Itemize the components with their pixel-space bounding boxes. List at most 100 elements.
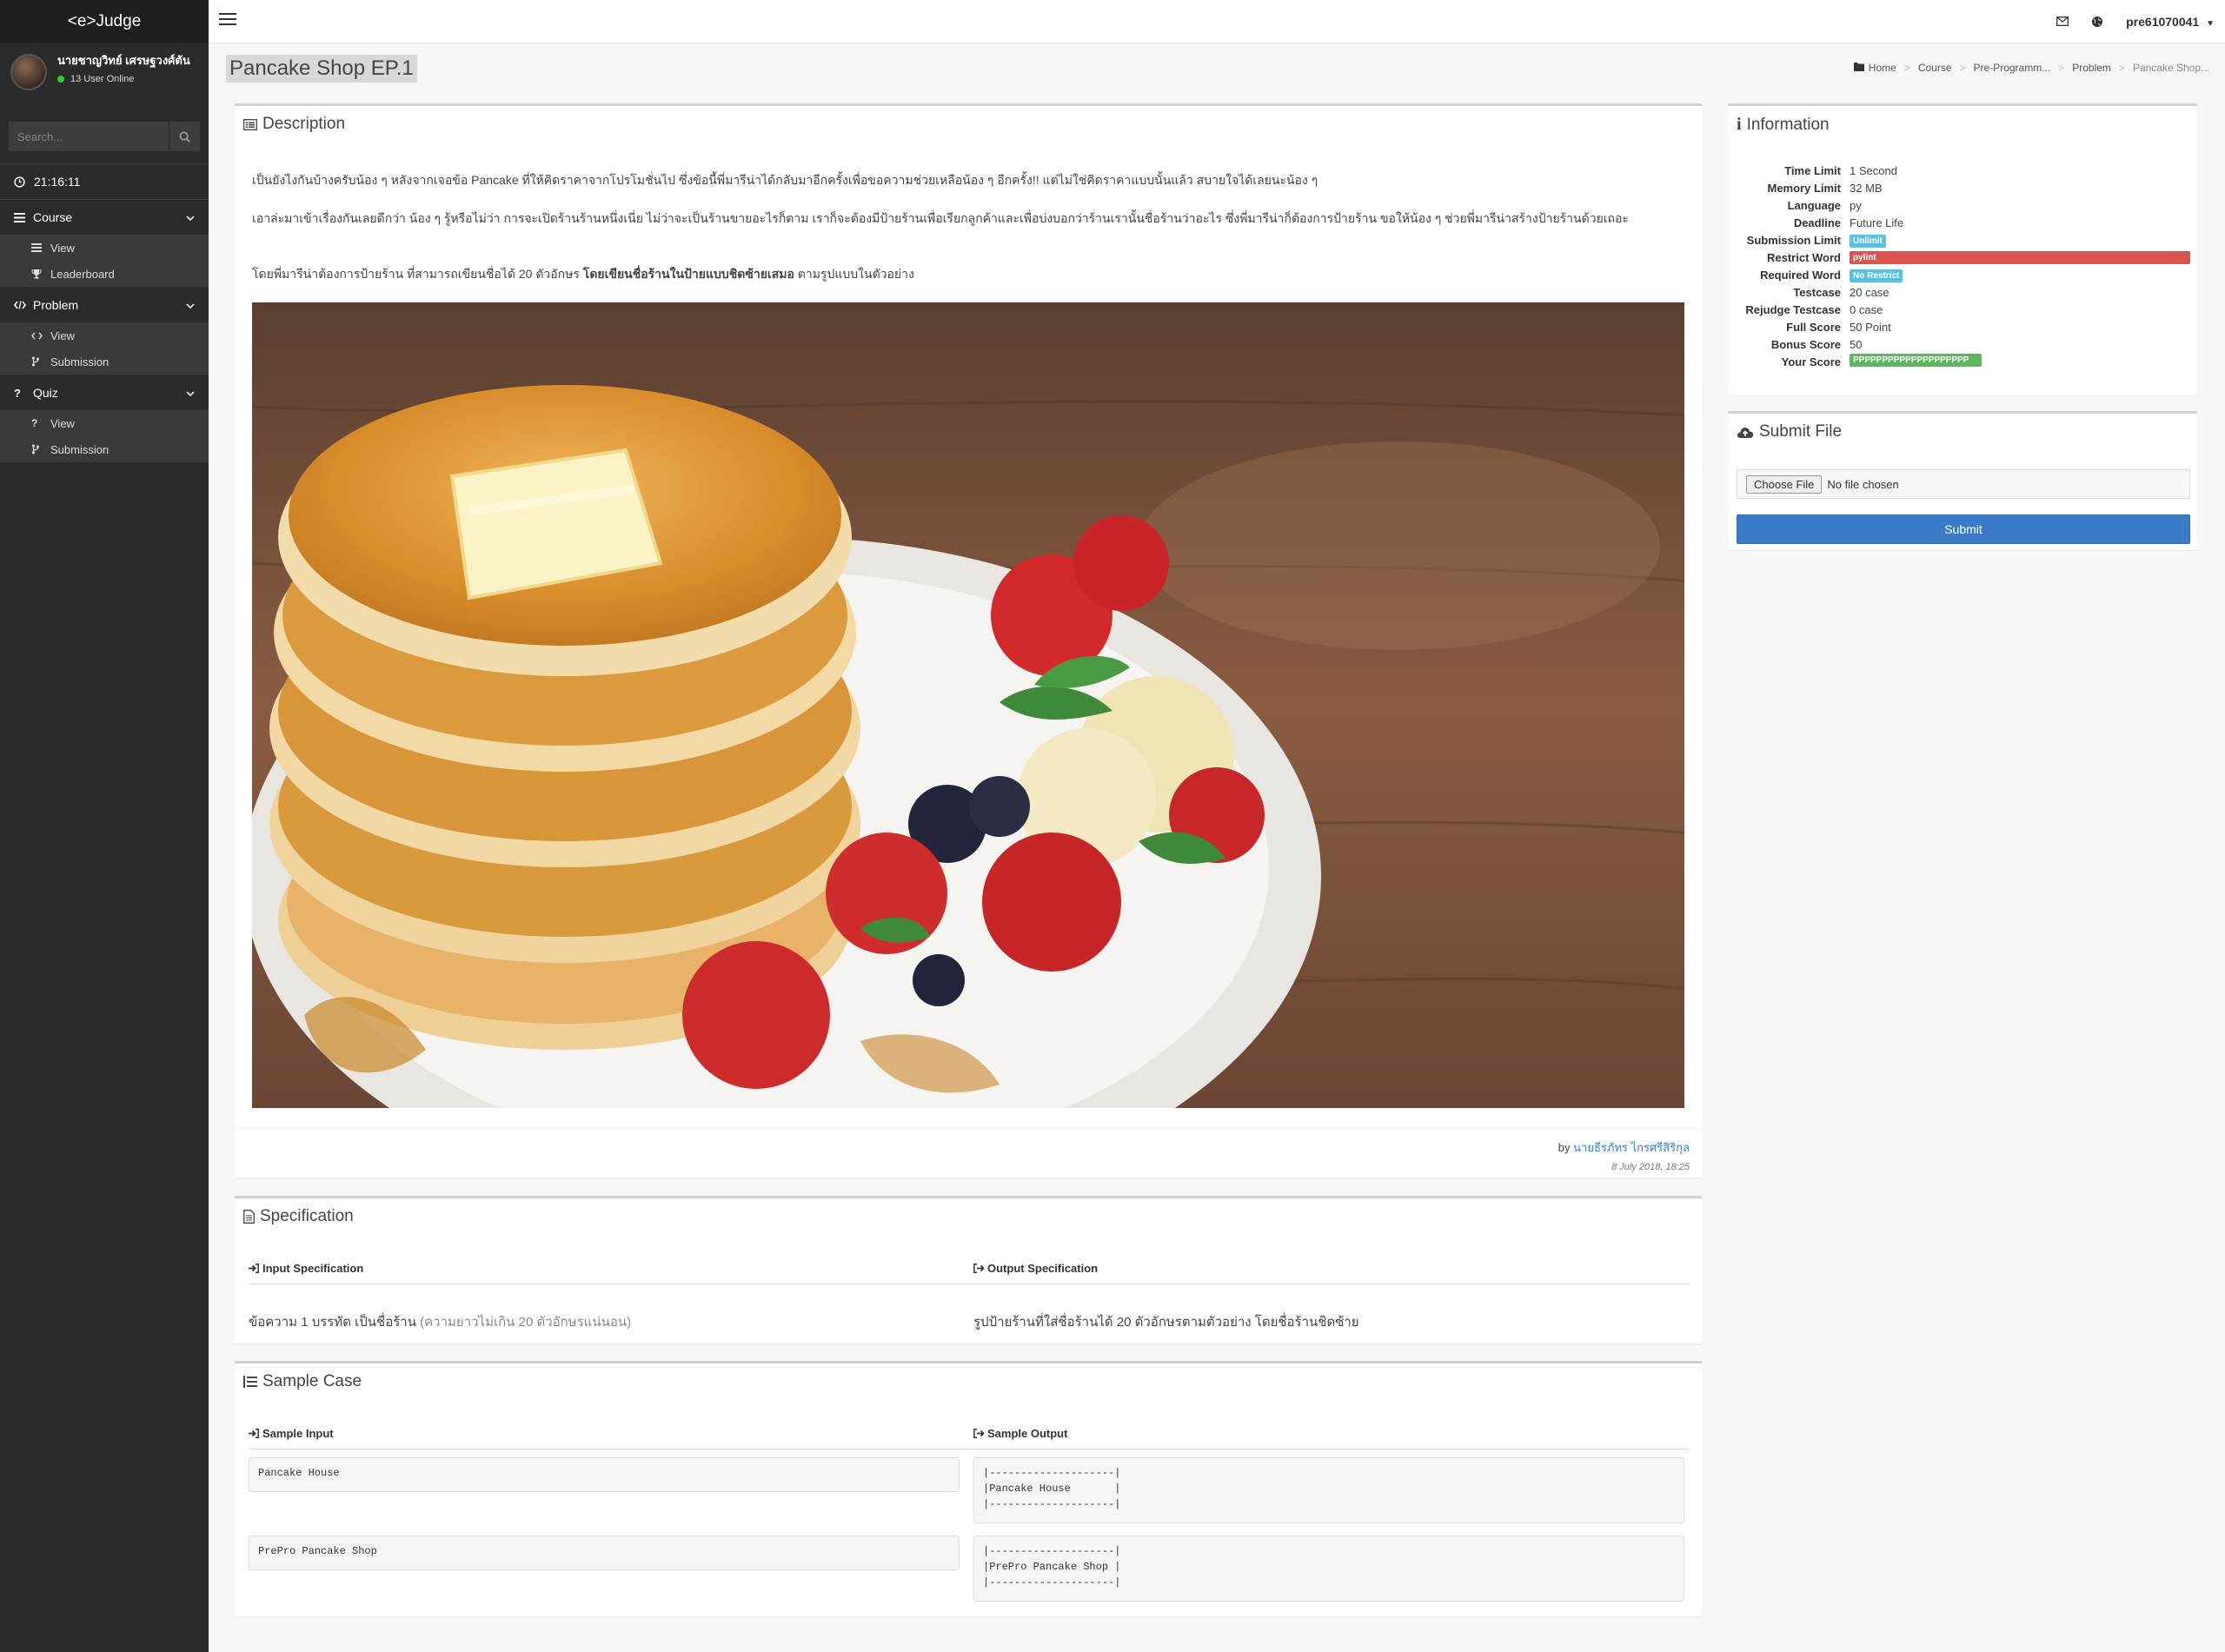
breadcrumb-current: Pancake Shop... bbox=[2132, 62, 2209, 74]
home-icon bbox=[1853, 62, 1864, 74]
chevron-down-icon bbox=[186, 210, 195, 224]
submit-button[interactable]: Submit bbox=[1737, 514, 2190, 544]
hamburger-menu-icon[interactable] bbox=[219, 12, 236, 30]
breadcrumb-pre-programming[interactable]: Pre-Programm... bbox=[1974, 62, 2051, 74]
score-badge: PPPPPPPPPPPPPPPPPPPP bbox=[1850, 354, 1982, 367]
menu-problem: Problem View Submission bbox=[0, 288, 209, 375]
menu-quiz-submission[interactable]: Submission bbox=[0, 436, 209, 462]
user-panel: นายชาญวิทย์ เศรษฐวงศ์ตัน 13 User Online bbox=[0, 43, 209, 122]
choose-file-button[interactable]: Choose File bbox=[1746, 474, 1823, 494]
pancake-image bbox=[252, 302, 1684, 1108]
info-val: 20 case bbox=[1850, 285, 1890, 299]
top-navbar: pre61070041 ▼ bbox=[209, 0, 2225, 43]
menu-quiz-label: Quiz bbox=[33, 386, 58, 400]
information-title: Information bbox=[1746, 115, 1830, 134]
menu-problem-view[interactable]: View bbox=[0, 322, 209, 348]
online-dot-icon bbox=[57, 76, 64, 83]
info-row: Required Word No Restrict bbox=[1728, 266, 2197, 283]
description-paragraph-1: เป็นยังไงกันบ้างครับน้อง ๆ หลังจากเจอข้อ… bbox=[252, 173, 1318, 187]
envelope-icon[interactable] bbox=[2056, 17, 2069, 26]
sidebar: <e>Judge นายชาญวิทย์ เศรษฐวงศ์ตัน 13 Use… bbox=[0, 0, 209, 1652]
sample-input-label: Sample Input bbox=[262, 1427, 334, 1440]
menu-course-toggle[interactable]: Course bbox=[0, 200, 209, 235]
info-row: Memory Limit 32 MB bbox=[1728, 179, 2197, 196]
list-alt-icon bbox=[243, 118, 257, 130]
info-val: 50 bbox=[1850, 337, 1863, 351]
sample-output-1: |--------------------| |Pancake House | … bbox=[973, 1457, 1684, 1523]
info-row: Language py bbox=[1728, 196, 2197, 214]
info-icon: i bbox=[1737, 115, 1742, 134]
menu-course-leaderboard[interactable]: Leaderboard bbox=[0, 261, 209, 287]
output-spec-label: Output Specification bbox=[987, 1262, 1099, 1275]
search-icon bbox=[179, 131, 190, 143]
info-key: Language bbox=[1787, 198, 1841, 212]
menu-problem-view-label: View bbox=[50, 328, 75, 342]
info-key: Memory Limit bbox=[1767, 181, 1841, 195]
info-key: Time Limit bbox=[1784, 163, 1841, 177]
clock-time: 21:16:11 bbox=[34, 175, 81, 189]
app-brand[interactable]: <e>Judge bbox=[0, 0, 209, 43]
breadcrumb-course[interactable]: Course bbox=[1918, 62, 1952, 74]
sample-input-2: PrePro Pancake Shop bbox=[249, 1536, 960, 1570]
no-file-text: No file chosen bbox=[1827, 477, 1899, 491]
author-link[interactable]: นายธีรภัทร ไกรศรีสิริกุล bbox=[1573, 1141, 1690, 1154]
info-row: Full Score 50 Point bbox=[1728, 318, 2197, 335]
cloud-upload-icon bbox=[1737, 427, 1754, 438]
menu-quiz-submission-label: Submission bbox=[50, 442, 110, 456]
specification-heading: Specification bbox=[235, 1198, 1702, 1235]
specification-title: Specification bbox=[260, 1207, 354, 1225]
post-date: 8 July 2018, 18:25 bbox=[1611, 1162, 1690, 1172]
info-val: 1 Second bbox=[1850, 163, 1897, 177]
menu-course-label: Course bbox=[33, 210, 73, 224]
info-key: Testcase bbox=[1793, 285, 1841, 299]
menu-quiz-view-label: View bbox=[50, 416, 75, 430]
code-icon bbox=[31, 331, 50, 340]
info-key: Bonus Score bbox=[1770, 337, 1841, 351]
user-dropdown[interactable]: pre61070041 ▼ bbox=[2126, 15, 2215, 29]
sample-input-heading: Sample Input bbox=[249, 1427, 334, 1440]
breadcrumb-problem[interactable]: Problem bbox=[2072, 62, 2111, 74]
description-panel: Description เป็นยังไงกันบ้างครับน้อง ๆ ห… bbox=[235, 103, 1702, 1178]
required-word-badge: No Restrict bbox=[1850, 269, 1903, 282]
menu-course-view-label: View bbox=[50, 241, 75, 255]
search-input[interactable] bbox=[9, 122, 169, 151]
output-spec-text: รูปป้ายร้านที่ใส่ชื่อร้านได้ 20 ตัวอักษร… bbox=[973, 1315, 1359, 1330]
chevron-down-icon bbox=[186, 386, 195, 400]
input-spec-heading: Input Specification bbox=[249, 1262, 363, 1275]
breadcrumb-home[interactable]: Home bbox=[1869, 62, 1896, 74]
info-key: Full Score bbox=[1786, 320, 1841, 334]
description-title: Description bbox=[262, 115, 346, 133]
info-val: py bbox=[1850, 198, 1862, 212]
menu-course-leaderboard-label: Leaderboard bbox=[50, 267, 115, 281]
menu-problem-label: Problem bbox=[33, 298, 79, 312]
globe-icon[interactable] bbox=[2091, 16, 2103, 28]
menu-quiz-view[interactable]: ? View bbox=[0, 410, 209, 436]
info-row: Submission Limit Unlimit bbox=[1728, 231, 2197, 249]
sample-case-panel: Sample Case Sample Input Sample Output P… bbox=[235, 1361, 1702, 1616]
menu-problem-submission[interactable]: Submission bbox=[0, 348, 209, 375]
file-input[interactable]: Choose File No file chosen bbox=[1737, 469, 2190, 499]
author-byline: by นายธีรภัทร ไกรศรีสิริกุล 8 July 2018,… bbox=[1558, 1138, 1690, 1172]
info-val: Future Life bbox=[1850, 216, 1904, 229]
p3-bold: โดยเขียนชื่อร้านในป้ายแบบชิดซ้ายเสมอ bbox=[582, 267, 794, 281]
information-table: Time Limit 1 Second Memory Limit 32 MB Lan… bbox=[1728, 162, 2197, 370]
info-row: Time Limit 1 Second bbox=[1728, 162, 2197, 179]
info-val: 50 Point bbox=[1850, 320, 1891, 334]
sample-input-1: Pancake House bbox=[249, 1457, 960, 1492]
search-button[interactable] bbox=[169, 122, 200, 151]
sample-case-heading: Sample Case bbox=[235, 1363, 1702, 1400]
menu-course-view[interactable]: View bbox=[0, 235, 209, 261]
sign-in-icon bbox=[249, 1429, 259, 1438]
output-spec-heading: Output Specification bbox=[973, 1262, 1098, 1275]
p3-end: ตามรูปแบบในตัวอย่าง bbox=[794, 267, 914, 281]
menu-problem-submission-label: Submission bbox=[50, 355, 110, 368]
menu-quiz-toggle[interactable]: ? Quiz bbox=[0, 375, 209, 410]
trophy-icon bbox=[31, 269, 50, 279]
menu-problem-toggle[interactable]: Problem bbox=[0, 288, 209, 322]
info-key: Rejudge Testcase bbox=[1745, 302, 1841, 316]
input-spec-note: (ความยาวไม่เกิน 20 ตัวอักษรแน่นอน) bbox=[420, 1315, 632, 1330]
list-icon bbox=[31, 243, 50, 252]
info-key: Required Word bbox=[1760, 268, 1841, 282]
information-panel: i Information Time Limit 1 Second Memory … bbox=[1728, 103, 2197, 395]
sample-output-2: |--------------------| |PrePro Pancake S… bbox=[973, 1536, 1684, 1602]
